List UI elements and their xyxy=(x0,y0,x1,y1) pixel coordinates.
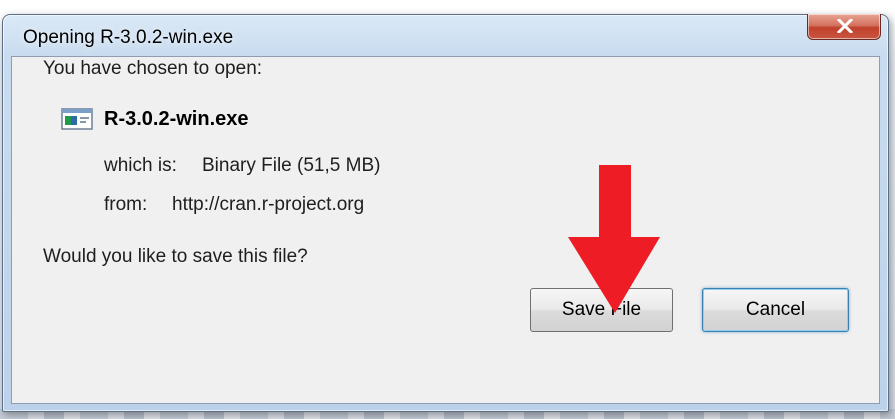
file-name: R-3.0.2-win.exe xyxy=(104,108,249,130)
open-prompt-text: You have chosen to open: xyxy=(43,58,263,79)
file-type-label: which is: xyxy=(104,155,177,176)
save-question-text: Would you like to save this file? xyxy=(43,246,308,267)
file-source-value: http://cran.r-project.org xyxy=(172,194,365,215)
file-type-value: Binary File (51,5 MB) xyxy=(202,155,381,176)
file-source-label: from: xyxy=(104,194,148,215)
close-button[interactable] xyxy=(807,14,881,40)
down-arrow-icon xyxy=(568,165,660,313)
close-icon xyxy=(837,19,853,33)
executable-file-icon xyxy=(61,108,93,130)
cancel-button[interactable]: Cancel xyxy=(702,288,849,332)
title-bar[interactable]: Opening R-3.0.2-win.exe xyxy=(3,14,888,55)
window-title: Opening R-3.0.2-win.exe xyxy=(23,27,234,48)
